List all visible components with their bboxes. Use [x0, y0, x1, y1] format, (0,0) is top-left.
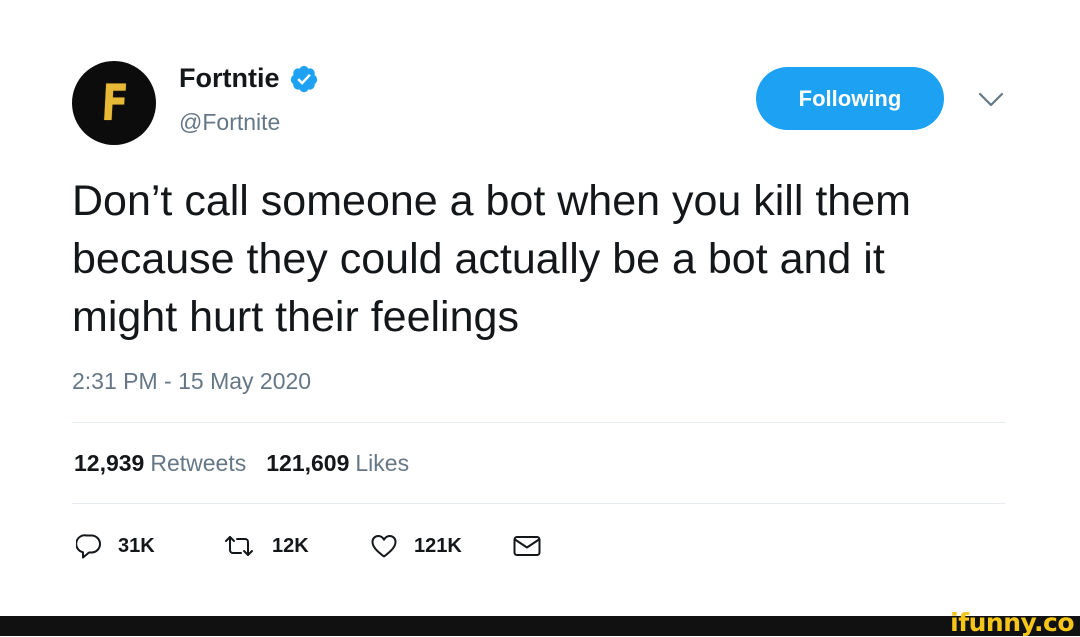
author-name-row: Fortntie	[179, 63, 319, 94]
ifunny-watermark-logo: ifunny.co	[950, 608, 1074, 637]
retweets-count: 12,939	[74, 450, 145, 476]
retweets-label: Retweets	[150, 450, 247, 476]
like-button[interactable]: 121K	[370, 528, 462, 564]
retweet-icon	[222, 533, 256, 559]
retweet-count: 12K	[272, 534, 309, 557]
tweet-timestamp[interactable]: 2:31 PM - 15 May 2020	[72, 368, 311, 395]
divider	[72, 503, 1006, 504]
like-count: 121K	[414, 534, 462, 557]
chevron-down-icon[interactable]	[975, 90, 1007, 110]
tweet-actions: 31K 12K 121K	[74, 528, 574, 564]
tweet-text: Don’t call someone a bot when you kill t…	[72, 177, 911, 341]
reply-button[interactable]: 31K	[76, 528, 155, 564]
verified-badge-icon	[289, 64, 319, 94]
following-button[interactable]: Following	[756, 67, 944, 130]
watermark-bar	[0, 616, 1080, 636]
avatar-logo: F	[99, 74, 129, 132]
likes-stat[interactable]: 121,609 Likes	[266, 450, 409, 477]
likes-label: Likes	[355, 450, 410, 476]
user-handle[interactable]: @Fortnite	[179, 109, 280, 136]
tweet-card: F Fortntie @Fortnite Following Don’t cal…	[0, 0, 1080, 616]
like-icon	[370, 533, 398, 559]
display-name[interactable]: Fortntie	[179, 63, 280, 94]
retweet-button[interactable]: 12K	[222, 528, 309, 564]
direct-message-button[interactable]	[512, 528, 542, 564]
divider	[72, 422, 1006, 423]
retweets-stat[interactable]: 12,939 Retweets	[74, 450, 246, 477]
reply-count: 31K	[118, 534, 155, 557]
reply-icon	[76, 532, 102, 560]
message-icon	[512, 533, 542, 559]
avatar[interactable]: F	[72, 61, 156, 145]
likes-count: 121,609	[266, 450, 350, 476]
tweet-stats: 12,939 Retweets 121,609 Likes	[74, 450, 409, 477]
